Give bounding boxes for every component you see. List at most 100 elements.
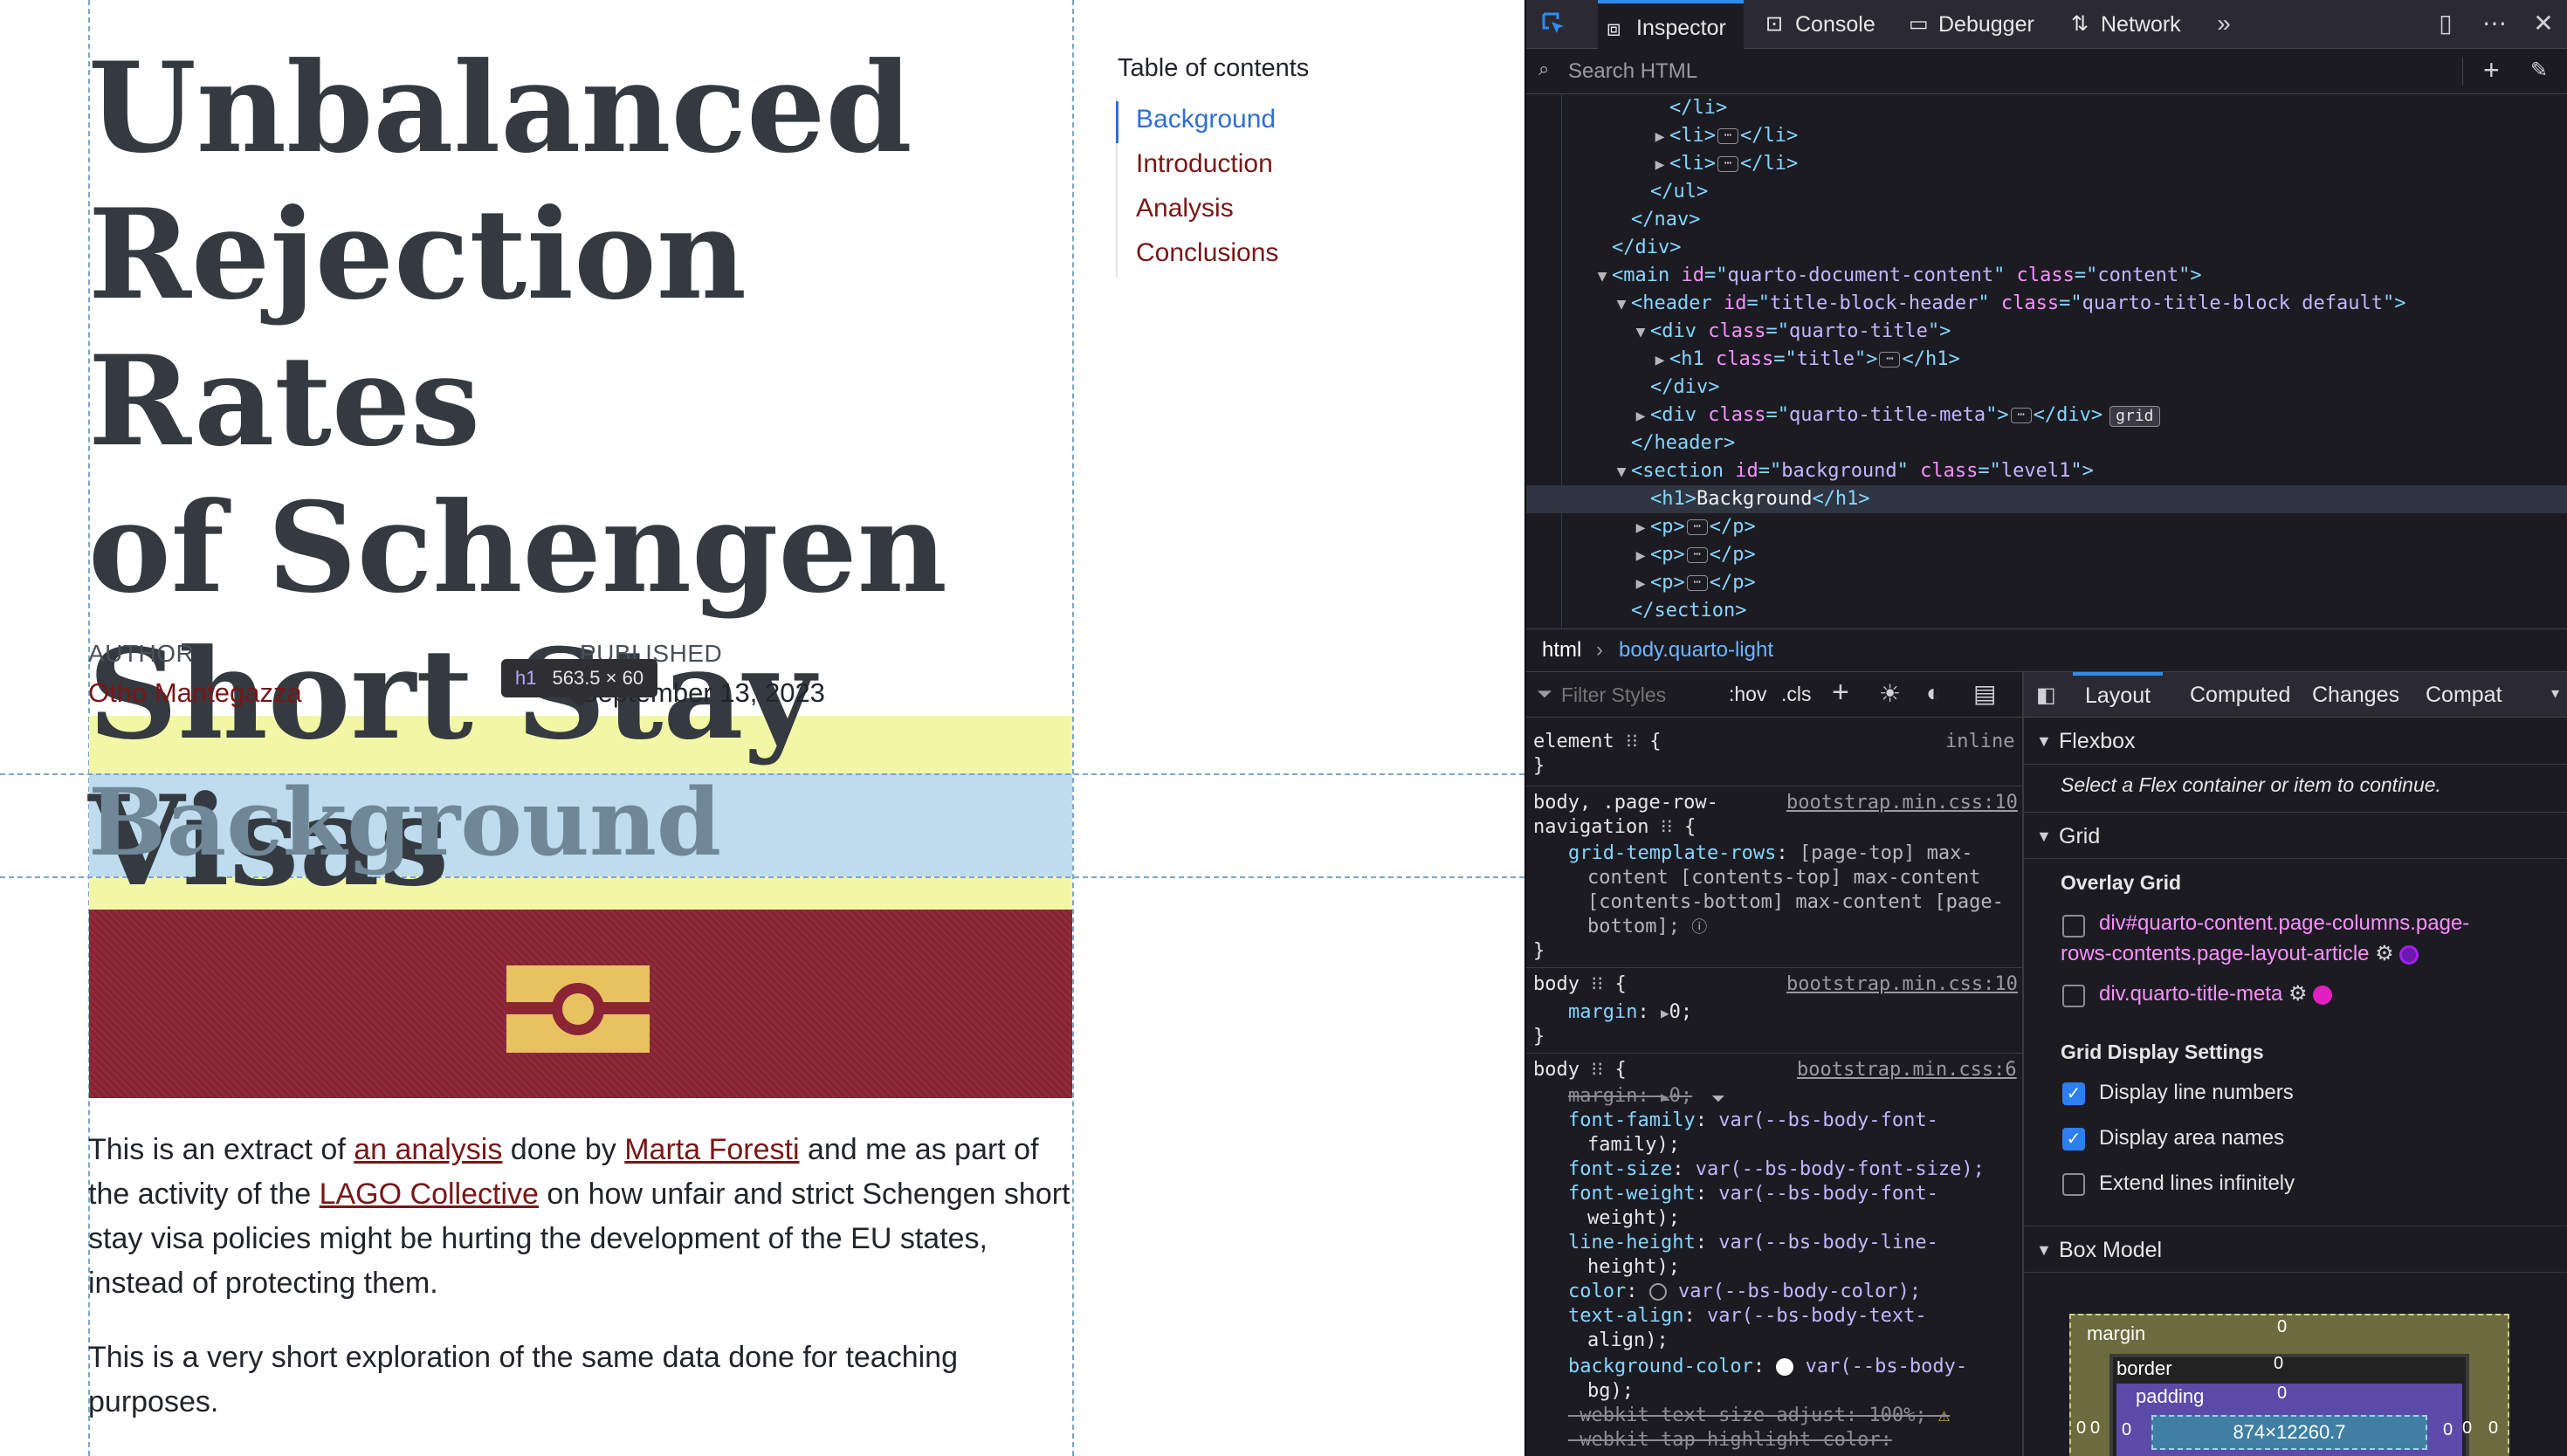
ellipsis-icon[interactable]: ⋯ — [2010, 408, 2032, 423]
markup-row-h1[interactable]: ▶ <h1 class="title"> ⋯ </h1> — [1526, 346, 2567, 374]
grid-color-swatch[interactable] — [2312, 985, 2332, 1005]
ellipsis-icon[interactable]: ⋯ — [1717, 128, 1738, 144]
display-area-names-checkbox[interactable]: ✓ — [2062, 1128, 2085, 1150]
markup-row[interactable]: </section> — [1526, 597, 2567, 625]
markup-row[interactable]: </div> — [1526, 234, 2567, 262]
ellipsis-icon[interactable]: ⋯ — [1686, 575, 1708, 591]
bm-margin-left[interactable]: 0 — [2076, 1418, 2086, 1439]
ellipsis-icon[interactable]: ⋯ — [1686, 519, 1708, 535]
more-options-icon[interactable]: ⋯ — [2481, 10, 2508, 37]
chevron-down-icon[interactable]: ▾ — [2551, 684, 2559, 703]
toc-item-background[interactable]: Background — [1136, 105, 1276, 134]
ellipsis-icon[interactable]: ⋯ — [1686, 547, 1708, 563]
markup-row-section[interactable]: ▼ <section id="background" class="level1"… — [1526, 457, 2567, 485]
declaration[interactable]: line-height: var(--bs-body-line- — [1568, 1231, 1938, 1255]
bm-padding-top[interactable]: 0 — [2277, 1384, 2287, 1404]
expand-triangle-icon[interactable]: ▶ — [1631, 570, 1650, 598]
markup-row[interactable]: ▶ <li> ⋯ </li> — [1526, 122, 2567, 150]
collapse-triangle-icon[interactable]: ▼ — [1612, 291, 1631, 319]
rule-element[interactable]: element ⁝⁝ { — [1533, 730, 1661, 754]
section-flexbox[interactable]: ▼ Flexbox — [2024, 718, 2567, 765]
filter-styles-input[interactable] — [1561, 679, 1736, 711]
extend-lines-checkbox[interactable] — [2062, 1173, 2085, 1196]
markup-row[interactable]: </div> — [1526, 374, 2567, 402]
markup-row[interactable]: </ul> — [1526, 178, 2567, 206]
close-devtools-icon[interactable]: ✕ — [2530, 10, 2557, 37]
markup-row-p[interactable]: ▶ <p> ⋯ </p> — [1526, 541, 2567, 569]
expand-triangle-icon[interactable]: ▶ — [1650, 347, 1669, 374]
eyedropper-icon[interactable]: ✎ — [2530, 58, 2548, 83]
ellipsis-icon[interactable]: ⋯ — [1879, 352, 1901, 367]
hov-toggle[interactable]: :hov — [1729, 683, 1766, 706]
grid1-selector-cont[interactable]: rows-contents.page-layout-article ⚙ — [2061, 941, 2419, 966]
element-picker-icon[interactable] — [1540, 10, 1566, 37]
toggle-sidebar-icon[interactable]: ◧ — [2036, 683, 2056, 708]
markup-row-header[interactable]: ▼ <header id="title-block-header" class="… — [1526, 290, 2567, 318]
rule1-source-link[interactable]: bootstrap.min.css:10 — [1786, 791, 2018, 815]
grid2-row[interactable]: div.quarto-title-meta ⚙ — [2099, 981, 2332, 1006]
author-link[interactable]: Otho Mantegazza — [88, 677, 302, 709]
collapse-triangle-icon[interactable]: ▼ — [1593, 263, 1612, 291]
grid-badge[interactable]: grid — [2109, 406, 2160, 427]
rule2-source-link[interactable]: bootstrap.min.css:10 — [1786, 972, 2018, 997]
target-icon[interactable]: ⚙ — [2288, 982, 2308, 1006]
markup-row-p[interactable]: ▶ <p> ⋯ </p> — [1526, 569, 2567, 597]
overridden-declaration[interactable]: margin: ▶0; — [1568, 1084, 1692, 1109]
markup-row[interactable]: </header> — [1526, 429, 2567, 457]
grid1-checkbox[interactable] — [2062, 915, 2085, 937]
rule1-selector-cont[interactable]: navigation ⁝⁝ { — [1533, 815, 1696, 840]
grid-color-swatch[interactable] — [2398, 944, 2419, 965]
overridden-declaration[interactable]: -webkit-tap-highlight-color: — [1568, 1428, 1892, 1453]
markup-row[interactable]: </li> — [1526, 94, 2567, 122]
bm-margin-top[interactable]: 0 — [2277, 1317, 2287, 1337]
grid2-checkbox[interactable] — [2062, 985, 2085, 1007]
tab-console[interactable]: ⊡ Console — [1760, 0, 1875, 49]
collapse-triangle-icon[interactable]: ▼ — [1612, 458, 1631, 486]
declaration[interactable]: font-weight: var(--bs-body-font- — [1568, 1182, 1938, 1206]
expand-triangle-icon[interactable]: ▶ — [1631, 402, 1650, 430]
markup-row-meta[interactable]: ▶ <div class="quarto-title-meta"> ⋯ </div> g… — [1526, 402, 2567, 429]
add-rule-icon[interactable]: + — [1832, 676, 1849, 710]
expand-triangle-icon[interactable]: ▶ — [1650, 151, 1669, 179]
contrast-icon[interactable]: ◐ — [1926, 679, 1941, 707]
markup-row-main[interactable]: ▼ <main id="quarto-document-content" clas… — [1526, 262, 2567, 290]
bm-border-right[interactable]: 0 — [2462, 1418, 2472, 1439]
rule1-declaration[interactable]: grid-template-rows: [page-top] max- — [1568, 841, 1973, 866]
bm-padding-left[interactable]: 0 — [2122, 1420, 2131, 1440]
tab-layout[interactable]: Layout — [2073, 672, 2164, 718]
expand-triangle-icon[interactable]: ▶ — [1631, 542, 1650, 570]
declaration[interactable]: background-color: var(--bs-body- — [1568, 1355, 1967, 1379]
rule2-selector[interactable]: body ⁝⁝ { — [1533, 972, 1627, 997]
declaration[interactable]: font-size: var(--bs-body-font-size); — [1568, 1157, 1985, 1182]
bm-border-left[interactable]: 0 — [2090, 1418, 2100, 1439]
section-box-model[interactable]: ▼ Box Model — [2024, 1226, 2567, 1273]
declaration[interactable]: color: var(--bs-body-color); — [1568, 1280, 1921, 1304]
ellipsis-icon[interactable]: ⋯ — [1717, 156, 1738, 172]
color-swatch[interactable] — [1648, 1283, 1667, 1301]
markup-row-p[interactable]: ▶ <p> ⋯ </p> — [1526, 513, 2567, 541]
breadcrumb-body[interactable]: body.quarto-light — [1619, 629, 1773, 671]
declaration[interactable]: text-align: var(--bs-body-text- — [1568, 1304, 1927, 1329]
collapse-triangle-icon[interactable]: ▼ — [1631, 319, 1650, 347]
markup-row-div[interactable]: ▼ <div class="quarto-title"> — [1526, 318, 2567, 346]
bm-padding-right[interactable]: 0 — [2443, 1420, 2453, 1440]
markup-row[interactable]: </nav> — [1526, 206, 2567, 234]
light-theme-icon[interactable]: ☀ — [1879, 679, 1901, 708]
tab-changes[interactable]: Changes — [2312, 672, 2399, 718]
rule2-declaration[interactable]: margin: ▶0; — [1568, 1000, 1692, 1026]
markup-row[interactable]: ▶ <li> ⋯ </li> — [1526, 150, 2567, 178]
link-lago-collective[interactable]: LAGO Collective — [320, 1178, 539, 1211]
link-marta-foresti[interactable]: Marta Foresti — [624, 1133, 799, 1166]
markup-row-selected-h1[interactable]: <h1>Background</h1> — [1526, 485, 2567, 513]
rule3-selector[interactable]: body ⁝⁝ { — [1533, 1058, 1627, 1082]
cls-toggle[interactable]: .cls — [1781, 683, 1812, 706]
link-an-analysis[interactable]: an analysis — [354, 1133, 502, 1166]
rule1-selector[interactable]: body, .page-row- — [1533, 791, 1718, 815]
overridden-declaration[interactable]: -webkit-text-size-adjust: 100%; ⚠ — [1568, 1404, 1950, 1428]
tab-inspector[interactable]: ⧈ Inspector — [1598, 0, 1744, 49]
toc-item-conclusions[interactable]: Conclusions — [1136, 238, 1278, 268]
tab-compat[interactable]: Compat — [2426, 672, 2502, 718]
tab-debugger[interactable]: ▭ Debugger — [1903, 0, 2034, 49]
expand-triangle-icon[interactable]: ▶ — [1650, 123, 1669, 151]
tab-network[interactable]: ⇅ Network — [2066, 0, 2181, 49]
